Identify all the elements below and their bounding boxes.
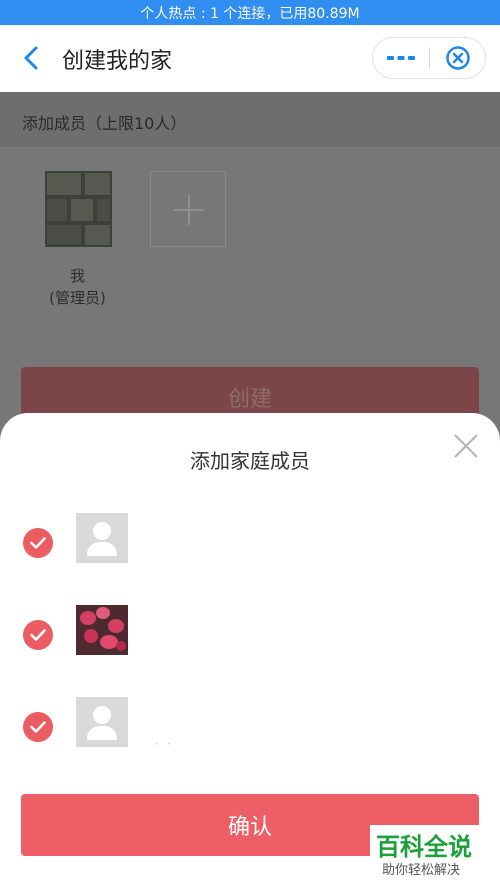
default-avatar	[76, 697, 128, 747]
member-label: 我 (管理员)	[40, 265, 115, 309]
watermark-title: 百科全说	[376, 833, 472, 861]
add-members-title: 添加成员（上限10人）	[22, 114, 187, 133]
default-avatar	[76, 513, 128, 563]
status-bar-text: 个人热点 : 1 个连接，已用80.89M	[140, 5, 360, 22]
checkbox-checked[interactable]	[23, 528, 53, 558]
check-icon	[30, 537, 46, 549]
check-icon	[30, 629, 46, 641]
nav-bar: 创建我的家	[0, 25, 500, 92]
member-role: (管理员)	[49, 289, 106, 307]
my-avatar	[45, 171, 112, 247]
close-mini-program-button[interactable]	[430, 38, 485, 78]
status-bar: 个人热点 : 1 个连接，已用80.89M	[0, 0, 500, 25]
list-item[interactable]	[0, 513, 500, 573]
back-button[interactable]	[18, 45, 44, 71]
close-icon	[454, 434, 478, 458]
members-grid: 我 (管理员)	[0, 147, 500, 347]
target-close-icon	[445, 46, 470, 70]
flower-photo-avatar	[76, 605, 128, 655]
sheet-close-button[interactable]	[453, 433, 479, 459]
list-item[interactable]: · ·	[0, 697, 500, 757]
member-name-fragment: · ·	[155, 737, 173, 751]
list-item[interactable]	[0, 605, 500, 665]
more-button[interactable]	[373, 38, 429, 78]
watermark: 百科全说 助你轻松解决	[370, 825, 488, 878]
check-icon	[30, 721, 46, 733]
checkbox-checked[interactable]	[23, 620, 53, 650]
sheet-title: 添加家庭成员	[190, 449, 310, 473]
watermark-subtitle: 助你轻松解决	[382, 863, 461, 878]
checkbox-checked[interactable]	[23, 712, 53, 742]
member-name: 我	[69, 267, 85, 285]
mini-program-capsule	[372, 37, 486, 79]
more-dots-icon	[387, 56, 415, 60]
chevron-left-icon	[24, 46, 38, 70]
add-member-tile[interactable]	[150, 171, 226, 247]
add-members-header: 添加成员（上限10人）	[0, 92, 500, 147]
page-title: 创建我的家	[62, 49, 173, 74]
